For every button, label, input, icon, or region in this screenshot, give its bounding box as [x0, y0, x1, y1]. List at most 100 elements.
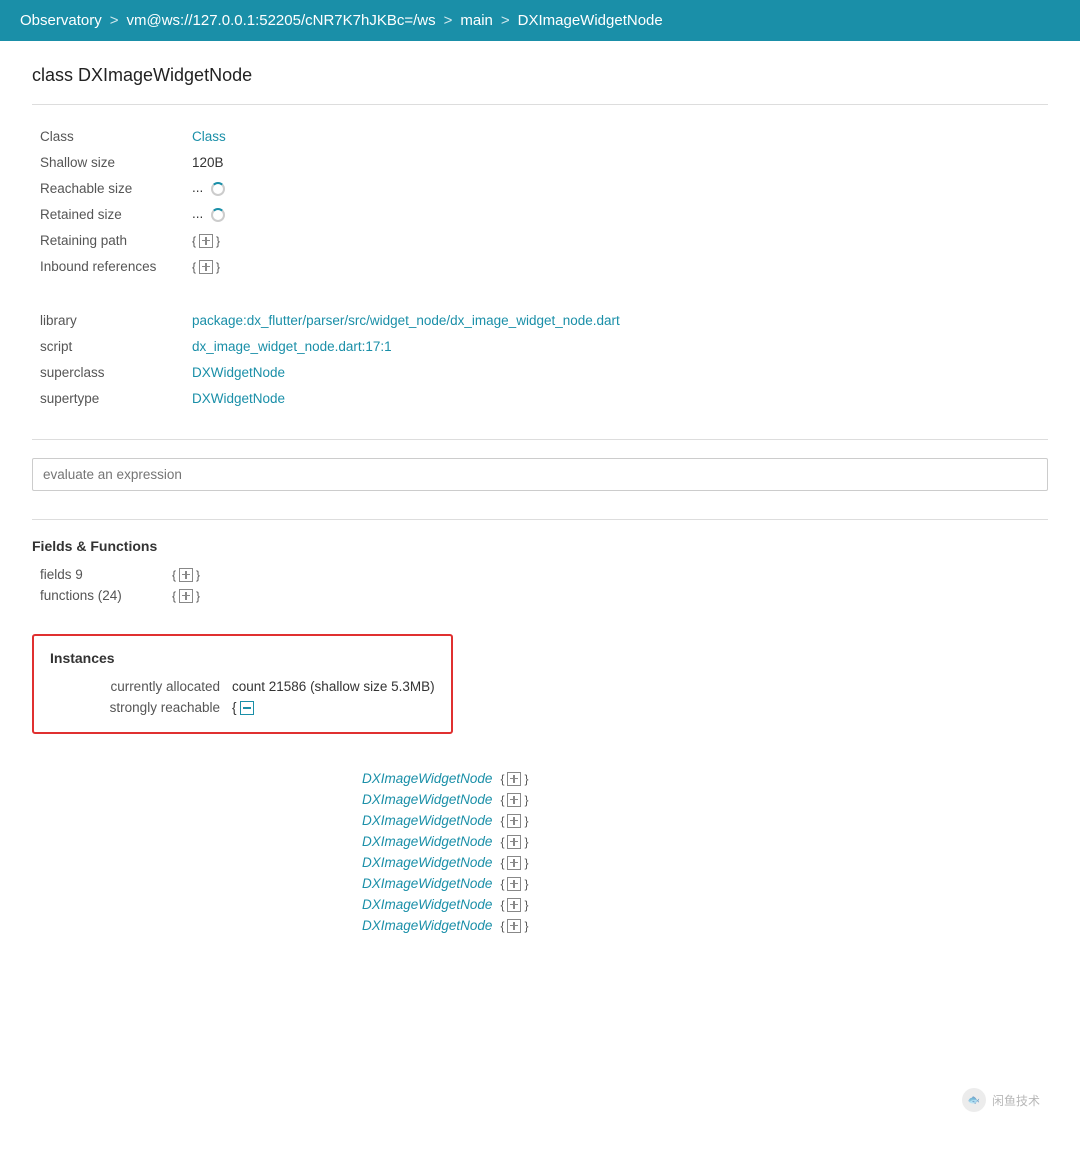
value-library[interactable]: package:dx_flutter/parser/src/widget_nod… [192, 313, 620, 328]
breadcrumb-observatory[interactable]: Observatory [20, 12, 102, 29]
ff-label-functions: functions (24) [40, 588, 160, 603]
expand-box-instance-5 [507, 877, 521, 891]
expand-fields[interactable]: { } [172, 568, 200, 582]
value-superclass[interactable]: DXWidgetNode [192, 365, 285, 380]
value-inbound-refs: { } [192, 259, 220, 274]
instance-link-1[interactable]: DXImageWidgetNode [362, 792, 492, 807]
info-row-library: library package:dx_flutter/parser/src/wi… [32, 307, 1048, 333]
expand-box-functions [179, 589, 193, 603]
header-bar: Observatory > vm@ws://127.0.0.1:52205/cN… [0, 0, 1080, 41]
label-retained-size: Retained size [32, 207, 192, 222]
info-row-shallow-size: Shallow size 120B [32, 149, 1048, 175]
value-shallow-size: 120B [192, 155, 224, 170]
value-retaining-path: { } [192, 233, 220, 248]
info-row-inbound-refs: Inbound references { } [32, 253, 1048, 279]
value-supertype[interactable]: DXWidgetNode [192, 391, 285, 406]
fields-functions-title: Fields & Functions [32, 538, 1048, 554]
instances-row-allocated: currently allocated count 21586 (shallow… [50, 676, 435, 697]
watermark-icon: 🐟 [962, 1088, 986, 1112]
expand-box-icon [199, 234, 213, 248]
instances-title: Instances [50, 650, 435, 666]
expand-instance-4[interactable]: { } [500, 856, 528, 870]
instances-row-reachable: strongly reachable { [50, 697, 435, 718]
info-row-supertype: supertype DXWidgetNode [32, 385, 1048, 411]
instance-item: DXImageWidgetNode { } [362, 789, 1048, 810]
fields-functions-section: Fields & Functions fields 9 { } function… [32, 538, 1048, 606]
instance-item: DXImageWidgetNode { } [362, 852, 1048, 873]
label-inbound-refs: Inbound references [32, 259, 192, 274]
expand-instance-7[interactable]: { } [500, 919, 528, 933]
divider-mid [32, 439, 1048, 440]
expand-box-instance-6 [507, 898, 521, 912]
instance-item: DXImageWidgetNode { } [362, 831, 1048, 852]
ff-row-fields: fields 9 { } [32, 564, 1048, 585]
instance-link-0[interactable]: DXImageWidgetNode [362, 771, 492, 786]
instance-link-4[interactable]: DXImageWidgetNode [362, 855, 492, 870]
instance-item: DXImageWidgetNode { } [362, 768, 1048, 789]
expand-instance-1[interactable]: { } [500, 793, 528, 807]
instance-item: DXImageWidgetNode { } [362, 873, 1048, 894]
expand-box-instance-4 [507, 856, 521, 870]
expand-box-instance-1 [507, 793, 521, 807]
expand-instance-3[interactable]: { } [500, 835, 528, 849]
value-script[interactable]: dx_image_widget_node.dart:17:1 [192, 339, 392, 354]
sep3: > [501, 12, 510, 29]
expand-inbound-refs[interactable]: { } [192, 260, 220, 274]
info-section-1: Class Class Shallow size 120B Reachable … [32, 123, 1048, 279]
expand-box-icon-2 [199, 260, 213, 274]
breadcrumb-vm[interactable]: vm@ws://127.0.0.1:52205/cNR7K7hJKBc=/ws [126, 12, 435, 29]
sep2: > [444, 12, 453, 29]
label-shallow-size: Shallow size [32, 155, 192, 170]
expand-open-icon[interactable] [240, 701, 254, 715]
instances-section: Instances currently allocated count 2158… [32, 634, 453, 734]
divider-mid2 [32, 519, 1048, 520]
evaluate-input[interactable] [32, 458, 1048, 491]
expand-instance-2[interactable]: { } [500, 814, 528, 828]
info-row-reachable-size: Reachable size ... [32, 175, 1048, 201]
breadcrumb-main[interactable]: main [460, 12, 493, 29]
breadcrumb-current: DXImageWidgetNode [518, 12, 663, 29]
expand-instance-0[interactable]: { } [500, 772, 528, 786]
instance-link-2[interactable]: DXImageWidgetNode [362, 813, 492, 828]
expand-instance-6[interactable]: { } [500, 898, 528, 912]
instances-label-reachable: strongly reachable [50, 700, 220, 715]
ff-row-functions: functions (24) { } [32, 585, 1048, 606]
info-row-script: script dx_image_widget_node.dart:17:1 [32, 333, 1048, 359]
expand-functions[interactable]: { } [172, 589, 200, 603]
label-reachable-size: Reachable size [32, 181, 192, 196]
label-superclass: superclass [32, 365, 192, 380]
instance-item: DXImageWidgetNode { } [362, 915, 1048, 936]
expand-box-instance-2 [507, 814, 521, 828]
instances-wrapper: Instances currently allocated count 2158… [32, 634, 1048, 752]
page-content: class DXImageWidgetNode Class Class Shal… [0, 41, 1080, 960]
loading-spinner-retained [211, 208, 225, 222]
instances-value-allocated: count 21586 (shallow size 5.3MB) [232, 679, 435, 694]
divider-top [32, 104, 1048, 105]
label-script: script [32, 339, 192, 354]
instance-item: DXImageWidgetNode { } [362, 894, 1048, 915]
instance-link-5[interactable]: DXImageWidgetNode [362, 876, 492, 891]
info-row-retaining-path: Retaining path { } [32, 227, 1048, 253]
evaluate-section [32, 458, 1048, 491]
expand-instance-5[interactable]: { } [500, 877, 528, 891]
info-row-retained-size: Retained size ... [32, 201, 1048, 227]
page-title: class DXImageWidgetNode [32, 65, 1048, 86]
expand-box-instance-3 [507, 835, 521, 849]
expand-box-fields [179, 568, 193, 582]
loading-spinner-reachable [211, 182, 225, 196]
label-supertype: supertype [32, 391, 192, 406]
instance-list: DXImageWidgetNode { } DXImageWidgetNode … [32, 768, 1048, 936]
value-class[interactable]: Class [192, 129, 226, 144]
instance-link-6[interactable]: DXImageWidgetNode [362, 897, 492, 912]
info-row-class: Class Class [32, 123, 1048, 149]
sep1: > [110, 12, 119, 29]
watermark-text: 闲鱼技术 [992, 1092, 1040, 1109]
ff-label-fields: fields 9 [40, 567, 160, 582]
label-library: library [32, 313, 192, 328]
label-retaining-path: Retaining path [32, 233, 192, 248]
instance-link-3[interactable]: DXImageWidgetNode [362, 834, 492, 849]
instances-value-reachable: { [232, 700, 254, 715]
instance-link-7[interactable]: DXImageWidgetNode [362, 918, 492, 933]
info-section-2: library package:dx_flutter/parser/src/wi… [32, 307, 1048, 411]
expand-retaining-path[interactable]: { } [192, 234, 220, 248]
